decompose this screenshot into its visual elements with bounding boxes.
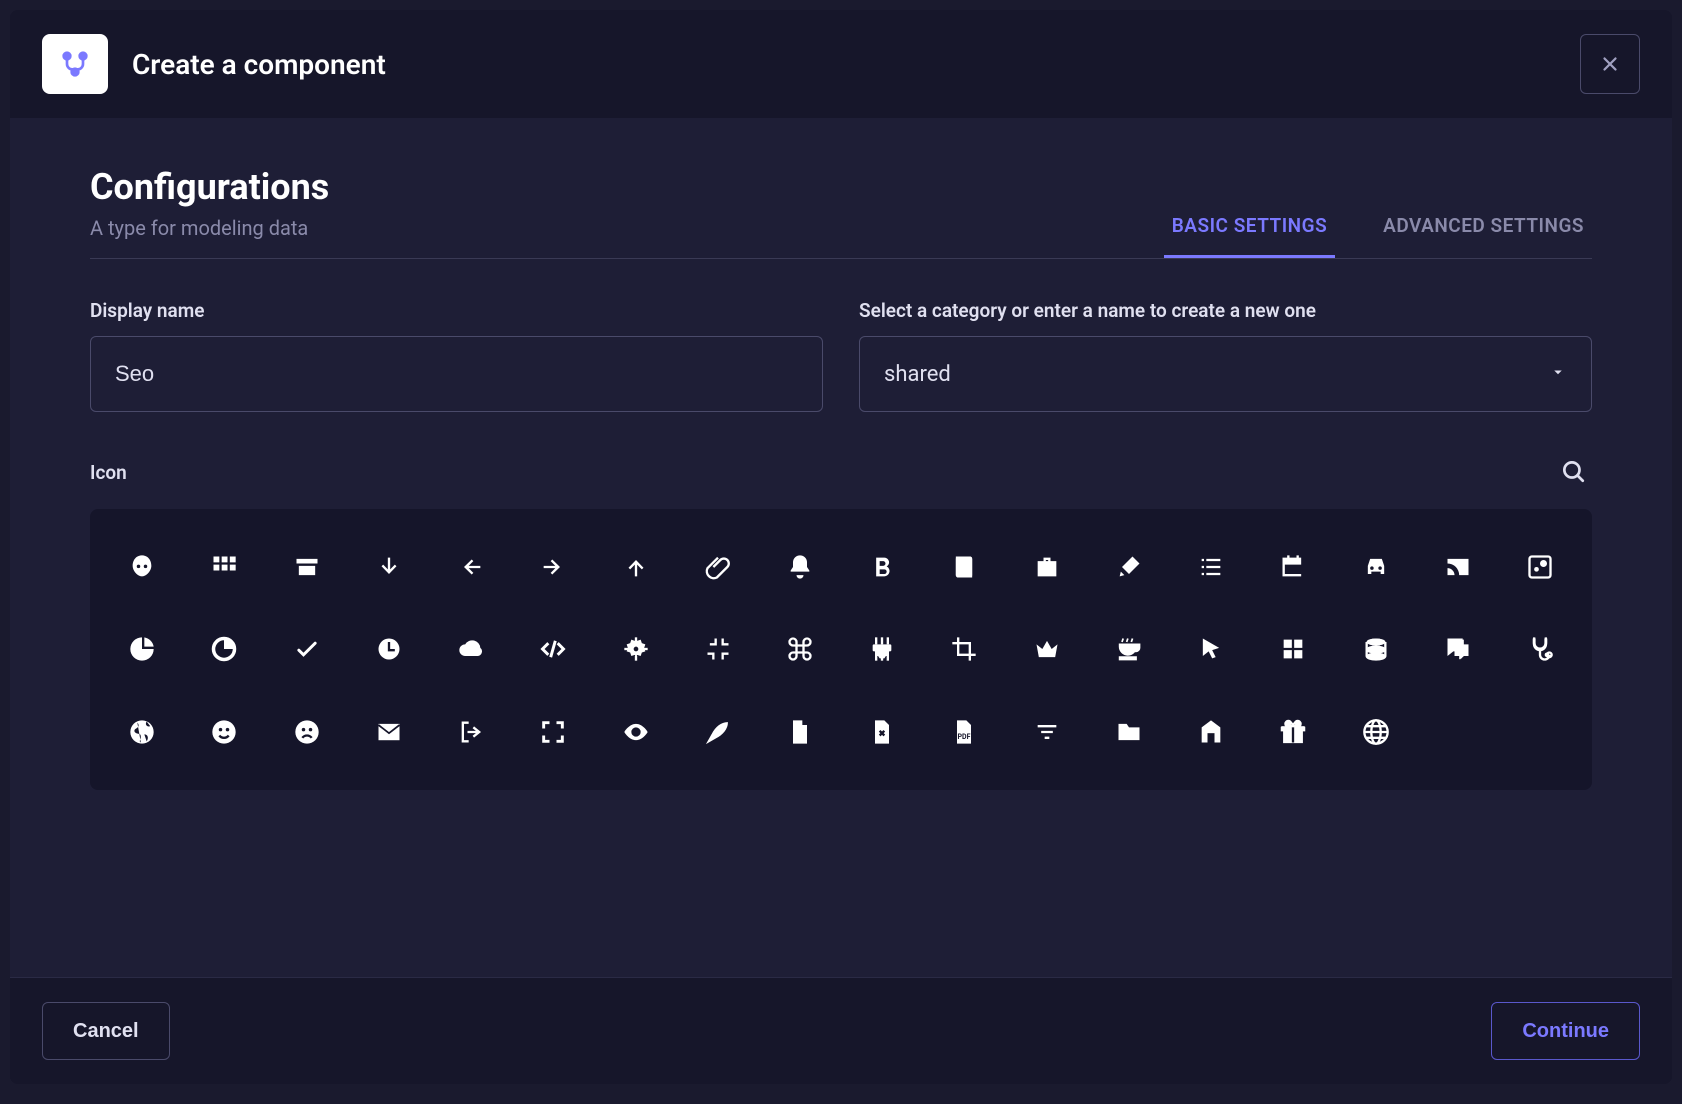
bullet-list-icon[interactable] [1175, 531, 1247, 603]
arrow-left-icon[interactable] [435, 531, 507, 603]
emotion-happy-icon[interactable] [188, 695, 260, 767]
chevron-down-icon [1549, 362, 1567, 387]
display-name-input[interactable] [90, 336, 823, 412]
display-name-label: Display name [90, 299, 823, 322]
continue-button[interactable]: Continue [1491, 1002, 1640, 1060]
clock-icon[interactable] [353, 613, 425, 685]
svg-text:PDF: PDF [958, 733, 971, 741]
config-title: Configurations [90, 166, 329, 208]
book-icon[interactable] [928, 531, 1000, 603]
calendar-icon[interactable] [1257, 531, 1329, 603]
icon-section-header: Icon [90, 452, 1592, 493]
discuss-icon[interactable] [1422, 613, 1494, 685]
connector-icon[interactable] [846, 613, 918, 685]
crop-icon[interactable] [928, 613, 1000, 685]
cast-icon[interactable] [1422, 531, 1494, 603]
code-icon[interactable] [517, 613, 589, 685]
settings-tabs: BASIC SETTINGS ADVANCED SETTINGS [1164, 196, 1592, 258]
file-pdf-icon[interactable]: PDF [928, 695, 1000, 767]
modal-header: Create a component [10, 10, 1672, 118]
chart-circle-icon[interactable] [188, 613, 260, 685]
cup-icon[interactable] [1093, 613, 1165, 685]
attachment-icon[interactable] [682, 531, 754, 603]
dashboard-icon[interactable] [1257, 613, 1329, 685]
chart-pie-icon[interactable] [106, 613, 178, 685]
expand-icon[interactable] [517, 695, 589, 767]
arrow-down-icon[interactable] [353, 531, 425, 603]
briefcase-icon[interactable] [1011, 531, 1083, 603]
folder-icon[interactable] [1093, 695, 1165, 767]
component-icon [42, 34, 108, 94]
filter-icon[interactable] [1011, 695, 1083, 767]
gift-icon[interactable] [1257, 695, 1329, 767]
emotion-unhappy-icon[interactable] [270, 695, 342, 767]
icon-search-button[interactable] [1554, 452, 1592, 493]
modal: Create a component Configurations A type… [10, 10, 1672, 1084]
gate-icon[interactable] [1175, 695, 1247, 767]
modal-body: Configurations A type for modeling data … [10, 118, 1672, 977]
brush-icon[interactable] [1093, 531, 1165, 603]
database-icon[interactable] [1340, 613, 1412, 685]
cancel-button[interactable]: Cancel [42, 1002, 170, 1060]
file-error-icon[interactable] [846, 695, 918, 767]
tab-basic-settings[interactable]: BASIC SETTINGS [1164, 196, 1335, 258]
search-icon [1560, 458, 1586, 484]
doctor-icon[interactable] [1504, 613, 1576, 685]
grid-icon[interactable] [188, 531, 260, 603]
form-row: Display name Select a category or enter … [90, 299, 1592, 412]
cloud-icon[interactable] [435, 613, 507, 685]
chart-bubble-icon[interactable] [1504, 531, 1576, 603]
car-icon[interactable] [1340, 531, 1412, 603]
icon-grid: PDF [106, 531, 1576, 768]
cog-icon[interactable] [599, 613, 671, 685]
envelop-icon[interactable] [353, 695, 425, 767]
close-icon [1599, 53, 1621, 75]
modal-title: Create a component [132, 48, 386, 81]
arrow-up-icon[interactable] [599, 531, 671, 603]
category-label: Select a category or enter a name to cre… [859, 299, 1592, 322]
exit-icon[interactable] [435, 695, 507, 767]
cursor-icon[interactable] [1175, 613, 1247, 685]
check-icon[interactable] [270, 613, 342, 685]
category-selected-value: shared [884, 362, 951, 387]
icon-label: Icon [90, 461, 127, 484]
command-icon[interactable] [764, 613, 836, 685]
file-icon[interactable] [764, 695, 836, 767]
bell-icon[interactable] [764, 531, 836, 603]
collapse-icon[interactable] [682, 613, 754, 685]
modal-footer: Cancel Continue [10, 977, 1672, 1084]
category-field: Select a category or enter a name to cre… [859, 299, 1592, 412]
header-left: Create a component [42, 34, 386, 94]
alien-icon[interactable] [106, 531, 178, 603]
close-button[interactable] [1580, 34, 1640, 94]
config-subtitle: A type for modeling data [90, 216, 329, 240]
globe-icon[interactable] [1340, 695, 1412, 767]
config-header: Configurations A type for modeling data … [90, 166, 1592, 259]
config-titles: Configurations A type for modeling data [90, 166, 329, 258]
icon-picker-panel: PDF [90, 509, 1592, 790]
eye-icon[interactable] [599, 695, 671, 767]
category-select[interactable]: shared [859, 336, 1592, 412]
earth-icon[interactable] [106, 695, 178, 767]
display-name-field: Display name [90, 299, 823, 412]
crown-icon[interactable] [1011, 613, 1083, 685]
arrow-right-icon[interactable] [517, 531, 589, 603]
archive-icon[interactable] [270, 531, 342, 603]
feather-icon[interactable] [682, 695, 754, 767]
tab-advanced-settings[interactable]: ADVANCED SETTINGS [1375, 196, 1592, 258]
bold-icon[interactable] [846, 531, 918, 603]
